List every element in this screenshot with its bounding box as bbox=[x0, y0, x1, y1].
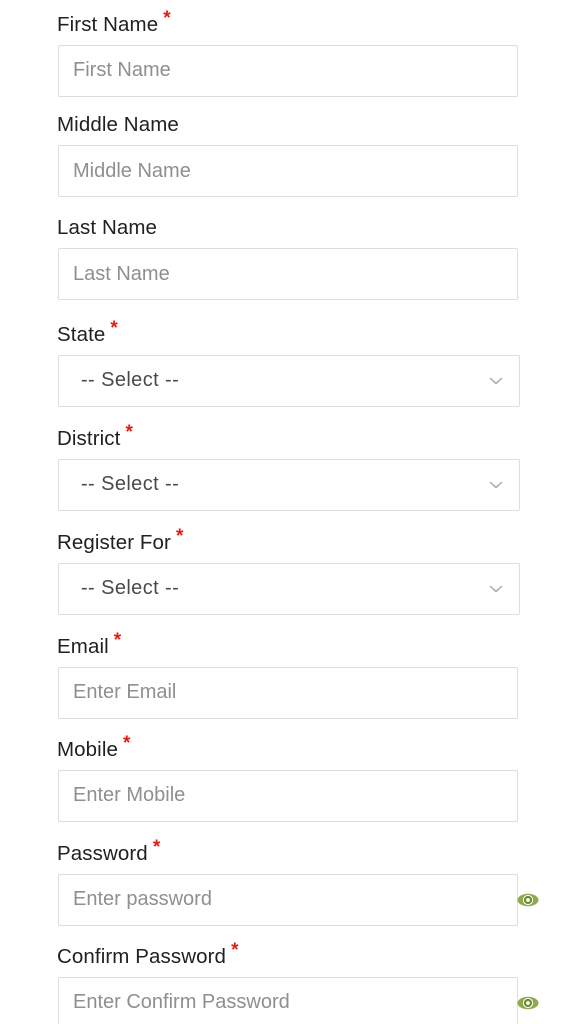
register-for-select[interactable]: -- Select -- bbox=[58, 562, 520, 615]
label-text-first-name: First Name bbox=[57, 12, 159, 36]
control-wrap-confirm-password bbox=[58, 976, 578, 1024]
field-group-mobile: Mobile * bbox=[0, 733, 578, 822]
required-asterisk: * bbox=[175, 526, 184, 547]
label-email: Email * bbox=[0, 630, 578, 660]
label-text-confirm-password: Confirm Password bbox=[57, 944, 227, 968]
required-asterisk: * bbox=[231, 940, 239, 961]
label-confirm-password: Confirm Password * bbox=[0, 940, 578, 970]
state-select[interactable]: -- Select -- bbox=[58, 354, 520, 407]
required-asterisk: * bbox=[163, 8, 171, 29]
required-asterisk: * bbox=[123, 733, 131, 754]
register-for-selected-value: -- Select -- bbox=[81, 577, 180, 600]
first-name-input[interactable] bbox=[58, 44, 518, 97]
mobile-input[interactable] bbox=[58, 769, 518, 822]
control-wrap-middle-name bbox=[58, 145, 578, 197]
label-text-district: District bbox=[57, 426, 121, 450]
label-text-password: Password bbox=[57, 841, 148, 865]
state-selected-value: -- Select -- bbox=[81, 369, 180, 392]
label-first-name: First Name * bbox=[0, 8, 578, 38]
field-group-state: State * -- Select -- bbox=[0, 318, 578, 407]
field-group-email: Email * bbox=[0, 630, 578, 719]
label-middle-name: Middle Name bbox=[0, 112, 578, 138]
control-wrap-email bbox=[58, 666, 578, 719]
label-last-name: Last Name bbox=[0, 215, 578, 241]
middle-name-input[interactable] bbox=[58, 145, 518, 197]
label-text-state: State bbox=[57, 322, 106, 346]
select-wrap-state: -- Select -- bbox=[58, 354, 520, 407]
confirm-password-visibility-toggle[interactable] bbox=[516, 991, 540, 1015]
required-asterisk: * bbox=[110, 318, 118, 339]
password-input[interactable] bbox=[58, 873, 518, 926]
select-wrap-register-for: -- Select -- bbox=[58, 562, 520, 615]
field-group-confirm-password: Confirm Password * bbox=[0, 940, 578, 1024]
label-register-for: Register For * bbox=[0, 526, 578, 556]
control-wrap-first-name bbox=[58, 44, 578, 97]
email-input[interactable] bbox=[58, 666, 518, 719]
label-password: Password * bbox=[0, 837, 578, 867]
eye-icon bbox=[517, 996, 539, 1010]
last-name-input[interactable] bbox=[58, 248, 518, 300]
field-group-middle-name: Middle Name bbox=[0, 112, 578, 197]
field-group-district: District * -- Select -- bbox=[0, 422, 578, 511]
field-group-last-name: Last Name bbox=[0, 215, 578, 300]
label-text-email: Email bbox=[57, 634, 109, 658]
label-text-register-for: Register For bbox=[57, 530, 171, 554]
confirm-password-input[interactable] bbox=[58, 976, 518, 1024]
required-asterisk: * bbox=[152, 837, 161, 858]
district-select[interactable]: -- Select -- bbox=[58, 458, 520, 511]
select-wrap-district: -- Select -- bbox=[58, 458, 520, 511]
password-visibility-toggle[interactable] bbox=[516, 888, 540, 912]
label-state: State * bbox=[0, 318, 578, 348]
control-wrap-password bbox=[58, 873, 578, 926]
required-asterisk: * bbox=[125, 422, 133, 443]
label-mobile: Mobile * bbox=[0, 733, 578, 763]
eye-icon bbox=[517, 893, 539, 907]
registration-form: First Name* Middle Name Last Name State*… bbox=[0, 0, 578, 1024]
district-selected-value: -- Select -- bbox=[81, 473, 180, 496]
required-asterisk: * bbox=[113, 630, 122, 651]
control-wrap-mobile bbox=[58, 769, 578, 822]
field-group-password: Password * bbox=[0, 837, 578, 926]
control-wrap-last-name bbox=[58, 248, 578, 300]
label-text-mobile: Mobile bbox=[57, 737, 118, 761]
field-group-register-for: Register For * -- Select -- bbox=[0, 526, 578, 615]
label-district: District * bbox=[0, 422, 578, 452]
label-text-middle-name: Middle Name bbox=[57, 113, 179, 136]
field-group-first-name: First Name * bbox=[0, 8, 578, 97]
label-text-last-name: Last Name bbox=[57, 216, 158, 239]
